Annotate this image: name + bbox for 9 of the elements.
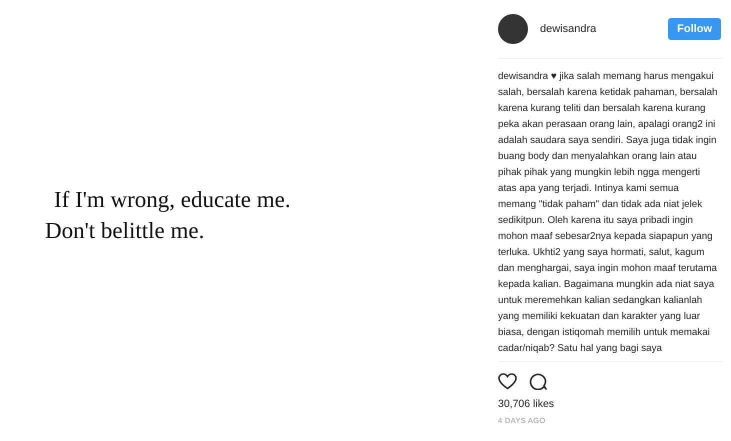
comment-icon[interactable] (529, 372, 547, 390)
heart-icon[interactable] (498, 372, 517, 390)
quote-text: Don't belittle me. (45, 216, 206, 244)
username-link[interactable]: dewisandra (540, 23, 668, 35)
caption-text: dewisandra ♥ jika salah memang harus mengakui salah, bersalah karena ketidak pahaman, bersalah karena kurang teliti dan bersalah karena kurang peka akan perasaan orang lain, apalagi orang2 ini adalah saudara saya sendiri. Saya juga tidak ingin buang body dan menyalahkan orang lain atau pihak pihak yang mungkin lebih ngga mengerti atas apa yang terjadi. Intinya kami semua memang "tidak paham" dan tidak ada niat jelek sedikitpun. Oleh karena itu saya pribadi ingin mohon maaf sebesar2nya kepada siapapun yang terluka. Ukhti2 yang saya hormati, salut, kagum dan menghargai, saya ingin mohon maaf terutama kepada kalian. Bagaimana mungkin ada niat saya untuk meremehkan kalian sedangkan kalianlah yang memiliki kekuatan dan karakter yang luar biasa, dengan istiqomah memilih untuk memakai cadar/niqab? Satu hal yang bagi saya (498, 69, 723, 362)
username-link[interactable]: dewisandra (498, 71, 548, 82)
quote-text: If I'm wrong, educate me. (54, 186, 292, 214)
avatar[interactable] (498, 14, 528, 44)
likes-count: 30,706 likes (498, 398, 556, 410)
